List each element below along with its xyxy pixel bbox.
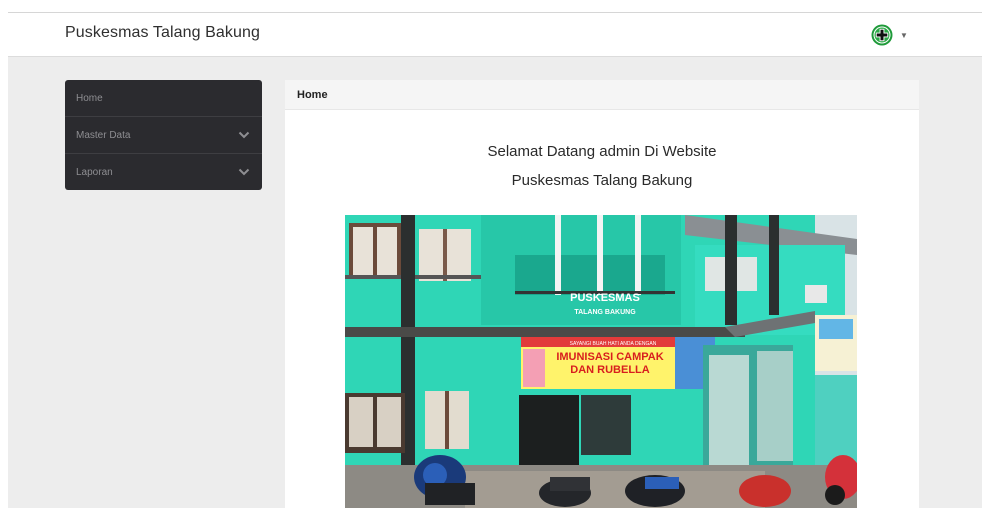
sidebar-item-master-data[interactable]: Master Data — [65, 117, 262, 154]
banner-line-2: DAN RUBELLA — [570, 364, 649, 376]
building-sign: PUSKESMAS — [570, 292, 640, 304]
sidebar-item-home[interactable]: Home — [65, 80, 262, 117]
chevron-down-icon — [238, 168, 250, 176]
sidebar-menu: Home Master Data Laporan — [65, 80, 262, 190]
welcome-subtitle: Puskesmas Talang Bakung — [511, 172, 693, 189]
sidebar-item-laporan[interactable]: Laporan — [65, 154, 262, 190]
top-navbar: Puskesmas Talang Bakung ▼ — [8, 13, 982, 57]
panel-heading: Home — [285, 80, 919, 110]
banner-top-text: SAYANGI BUAH HATI ANDA DENGAN — [570, 341, 657, 347]
app-frame: Puskesmas Talang Bakung ▼ Home Master Da… — [8, 12, 982, 508]
sidebar-item-label: Master Data — [76, 129, 131, 141]
banner-line-1: IMUNISASI CAMPAK — [556, 351, 663, 363]
sidebar-item-label: Home — [76, 92, 103, 104]
sidebar-item-label: Laporan — [76, 166, 113, 178]
puskesmas-building-photo: PUSKESMAS TALANG BAKUNG SAYANGI BUAH HAT… — [345, 215, 857, 508]
chevron-down-icon — [238, 131, 250, 139]
welcome-title: Selamat Datang admin Di Website — [487, 143, 717, 160]
caret-down-icon[interactable]: ▼ — [900, 31, 908, 40]
main-panel: Home Selamat Datang admin Di Website Pus… — [285, 80, 919, 508]
green-cross-logo-icon[interactable] — [871, 24, 893, 46]
brand-title[interactable]: Puskesmas Talang Bakung — [65, 24, 260, 42]
user-menu-dropdown[interactable]: ▼ — [871, 24, 908, 46]
building-sign-sub: TALANG BAKUNG — [574, 309, 636, 316]
